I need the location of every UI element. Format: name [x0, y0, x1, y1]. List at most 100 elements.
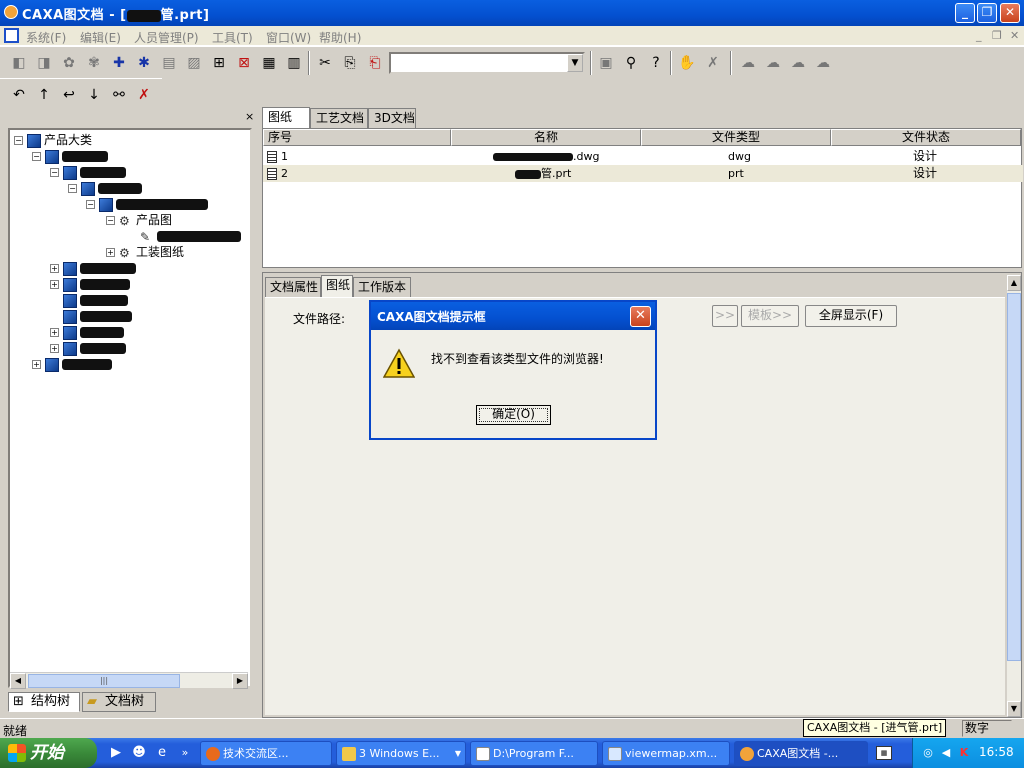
tree-node-product-drawing[interactable]: − ⚙ 产品图: [106, 212, 172, 228]
collapse-icon[interactable]: −: [50, 168, 59, 177]
restore-button[interactable]: ❐: [977, 3, 997, 23]
tab-drawings[interactable]: 图纸: [262, 107, 310, 129]
tree-node[interactable]: +: [50, 340, 126, 356]
reject-icon[interactable]: ✗: [704, 54, 722, 72]
link-icon[interactable]: ✾: [85, 54, 103, 72]
ok-button[interactable]: 确定(O): [476, 405, 551, 425]
tree-node[interactable]: ✎: [140, 228, 241, 244]
scroll-up-icon[interactable]: ▲: [1007, 275, 1021, 291]
file-list[interactable]: 序号 名称 文件类型 文件状态 1 .dwg dwg 设计 2 管.prt pr…: [262, 128, 1023, 268]
tree-node[interactable]: [50, 308, 132, 324]
unlink-icon[interactable]: ✗: [135, 86, 153, 104]
open-icon[interactable]: ◧: [10, 54, 28, 72]
scroll-left-icon[interactable]: ◀: [10, 673, 26, 689]
network-icon[interactable]: ◎: [921, 746, 935, 760]
structure-tree[interactable]: − 产品大类 − − − − − ⚙ 产品图 ✎ + ⚙ 工装图纸 + + + + +: [8, 128, 252, 688]
dialog-close-button[interactable]: ✕: [630, 306, 651, 327]
media-player-icon[interactable]: ▶: [108, 745, 124, 761]
tab-process-docs[interactable]: 工艺文档: [310, 108, 368, 128]
table-row[interactable]: 1 .dwg dwg 设计: [263, 148, 1023, 165]
task-caxa[interactable]: CAXA图文档 -...: [734, 741, 868, 766]
app-icon[interactable]: [4, 5, 18, 19]
volume-icon[interactable]: ◀: [939, 746, 953, 760]
task-windows-explorer[interactable]: 3 Windows E... ▼: [336, 741, 466, 766]
task-tech-forum[interactable]: 技术交流区...: [200, 741, 332, 766]
tree-node[interactable]: [50, 292, 128, 308]
task-viewermap[interactable]: viewermap.xm...: [602, 741, 730, 766]
undo-icon[interactable]: ↶: [10, 86, 28, 104]
tree-node[interactable]: +: [50, 260, 136, 276]
tab-work-version[interactable]: 工作版本: [353, 277, 411, 297]
next-button[interactable]: >>: [712, 305, 738, 327]
table-row[interactable]: 2 管.prt prt 设计: [263, 165, 1023, 182]
collapse-icon[interactable]: −: [86, 200, 95, 209]
mdi-minimize-button[interactable]: _: [976, 29, 982, 42]
move-up-icon[interactable]: ↑: [35, 86, 53, 104]
menu-window[interactable]: 窗口(W): [266, 29, 311, 46]
column-type[interactable]: 文件类型: [641, 129, 831, 146]
delete-doc-icon[interactable]: ⊠: [235, 54, 253, 72]
mdi-restore-button[interactable]: ❐: [992, 29, 1002, 42]
tab-structure-tree[interactable]: ⊞ 结构树: [8, 692, 80, 712]
mdi-close-button[interactable]: ✕: [1010, 29, 1019, 42]
toolbar-combo[interactable]: ▼: [389, 52, 585, 74]
new-doc-icon[interactable]: ⊞: [210, 54, 228, 72]
scroll-thumb[interactable]: |||: [28, 674, 180, 688]
menu-tools[interactable]: 工具(T): [212, 29, 253, 46]
expand-icon[interactable]: +: [106, 248, 115, 257]
tree-node[interactable]: +: [32, 356, 112, 372]
paste-icon[interactable]: ⎗: [366, 54, 384, 72]
detail-vscrollbar[interactable]: ▲ ▼: [1007, 275, 1021, 717]
move-back-icon[interactable]: ↩: [60, 86, 78, 104]
column-index[interactable]: 序号: [263, 129, 451, 146]
checkin-icon[interactable]: ◨: [35, 54, 53, 72]
workflow-icon-2[interactable]: ☁: [764, 54, 782, 72]
person-icon[interactable]: ☻: [131, 745, 147, 761]
column-status[interactable]: 文件状态: [831, 129, 1021, 146]
expand-icon[interactable]: +: [50, 264, 59, 273]
tree-node[interactable]: −: [86, 196, 208, 212]
collapse-icon[interactable]: −: [14, 136, 23, 145]
link-tree-icon[interactable]: ⚯: [110, 86, 128, 104]
menu-help[interactable]: 帮助(H): [319, 29, 361, 46]
collapse-icon[interactable]: −: [68, 184, 77, 193]
collapse-icon[interactable]: −: [32, 152, 41, 161]
browser-icon[interactable]: e: [154, 745, 170, 761]
expand-icon[interactable]: +: [50, 328, 59, 337]
quicklaunch-more-icon[interactable]: »: [177, 745, 193, 761]
workflow-icon-3[interactable]: ☁: [789, 54, 807, 72]
print-icon[interactable]: ▤: [160, 54, 178, 72]
workflow-icon-4[interactable]: ☁: [814, 54, 832, 72]
add-icon[interactable]: ✚: [110, 54, 128, 72]
close-icon[interactable]: ×: [245, 110, 254, 123]
find-icon[interactable]: ⚲: [622, 54, 640, 72]
tree-node[interactable]: −: [68, 180, 142, 196]
task-program-files[interactable]: D:\Program F...: [470, 741, 598, 766]
scroll-down-icon[interactable]: ▼: [1007, 701, 1021, 717]
tree-node[interactable]: +: [50, 276, 130, 292]
tab-drawing[interactable]: 图纸: [321, 275, 353, 297]
properties-icon[interactable]: ▣: [597, 54, 615, 72]
scroll-thumb[interactable]: [1007, 293, 1021, 661]
scroll-right-icon[interactable]: ▶: [232, 673, 248, 689]
tree-node[interactable]: +: [50, 324, 124, 340]
collapse-icon[interactable]: −: [106, 216, 115, 225]
tree-node-fixture-drawing[interactable]: + ⚙ 工装图纸: [106, 244, 184, 260]
fullscreen-button[interactable]: 全屏显示(F): [805, 305, 897, 327]
copy-icon[interactable]: ⎘: [341, 54, 359, 72]
chevron-down-icon[interactable]: ▼: [567, 54, 583, 72]
menu-personnel[interactable]: 人员管理(P): [134, 29, 199, 46]
tree-node[interactable]: −: [50, 164, 126, 180]
tree-hscrollbar[interactable]: ◀ ||| ▶: [10, 672, 248, 689]
tab-3d-docs[interactable]: 3D文档: [368, 108, 416, 128]
start-button[interactable]: 开始: [0, 738, 97, 768]
export-icon[interactable]: ▥: [285, 54, 303, 72]
cut-icon[interactable]: ✂: [316, 54, 334, 72]
tab-document-tree[interactable]: ▰ 文档树: [82, 692, 156, 712]
approve-icon[interactable]: ✋: [678, 54, 696, 72]
checkout-icon[interactable]: ✿: [60, 54, 78, 72]
report-icon[interactable]: ▦: [260, 54, 278, 72]
settings-icon[interactable]: ✱: [135, 54, 153, 72]
close-button[interactable]: ✕: [1000, 3, 1020, 23]
whats-this-icon[interactable]: ?: [647, 54, 665, 72]
